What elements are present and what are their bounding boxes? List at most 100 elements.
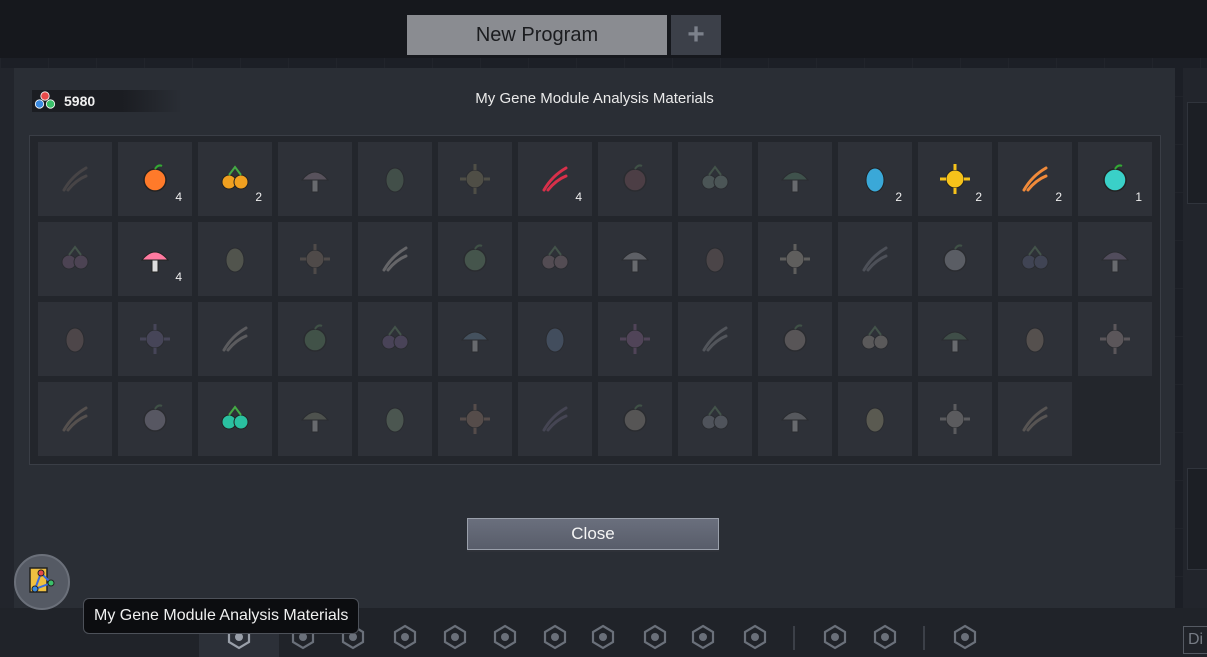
material-count: 1 <box>1135 190 1142 204</box>
material-slot[interactable]: 2 <box>838 142 912 216</box>
material-slot[interactable] <box>518 382 592 456</box>
shield-wings-icon[interactable] <box>390 622 420 652</box>
material-slot[interactable] <box>758 222 832 296</box>
tab-new-program[interactable]: New Program <box>407 15 667 55</box>
nav-divider <box>793 626 795 650</box>
material-slot[interactable] <box>678 302 752 376</box>
berries-icon <box>218 162 252 196</box>
material-slot[interactable] <box>278 302 352 376</box>
material-slot[interactable] <box>278 142 352 216</box>
material-slot[interactable] <box>118 382 192 456</box>
materials-grid: 4 2 4 2 2 2 1 4 <box>29 135 1161 465</box>
material-slot[interactable] <box>758 382 832 456</box>
material-slot[interactable] <box>678 382 752 456</box>
material-slot[interactable] <box>598 142 672 216</box>
puzzle-icon[interactable] <box>688 622 718 652</box>
material-slot[interactable] <box>38 382 112 456</box>
paw-icon[interactable] <box>640 622 670 652</box>
dragon-icon[interactable] <box>588 622 618 652</box>
gene-map-button[interactable] <box>14 554 70 610</box>
material-slot[interactable] <box>598 222 672 296</box>
tally-icon[interactable] <box>950 622 980 652</box>
twig-icon <box>378 402 412 436</box>
material-slot[interactable] <box>998 382 1072 456</box>
material-slot[interactable]: 4 <box>118 142 192 216</box>
add-tab-button[interactable]: + <box>671 15 721 55</box>
material-slot[interactable] <box>838 382 912 456</box>
material-slot[interactable] <box>518 302 592 376</box>
material-slot[interactable] <box>358 302 432 376</box>
material-slot[interactable] <box>198 222 272 296</box>
material-slot[interactable] <box>518 222 592 296</box>
material-slot[interactable]: 2 <box>998 142 1072 216</box>
swords-icon[interactable] <box>540 622 570 652</box>
material-slot[interactable] <box>278 222 352 296</box>
material-slot[interactable] <box>38 222 112 296</box>
material-slot[interactable] <box>358 222 432 296</box>
material-slot[interactable]: 4 <box>118 222 192 296</box>
moss-clump-icon <box>298 402 332 436</box>
nav-overflow-label[interactable]: Di <box>1183 626 1207 654</box>
material-slot[interactable] <box>358 142 432 216</box>
tentacle-icon <box>538 162 572 196</box>
material-slot[interactable] <box>918 302 992 376</box>
spiky-ball-icon <box>618 162 652 196</box>
totem-icon <box>1018 322 1052 356</box>
hex-gem-alt-icon[interactable] <box>870 622 900 652</box>
group-icon[interactable] <box>740 622 770 652</box>
material-slot[interactable] <box>38 302 112 376</box>
material-count: 2 <box>255 190 262 204</box>
material-slot[interactable] <box>438 302 512 376</box>
flat-stone-icon <box>58 402 92 436</box>
material-slot[interactable] <box>678 222 752 296</box>
leaf-pod-icon <box>778 162 812 196</box>
material-slot[interactable] <box>438 142 512 216</box>
material-slot[interactable] <box>278 382 352 456</box>
material-slot[interactable] <box>198 382 272 456</box>
material-slot[interactable] <box>358 382 432 456</box>
right-panel-edge <box>1183 68 1207 608</box>
material-count: 4 <box>175 270 182 284</box>
material-slot[interactable]: 1 <box>1078 142 1152 216</box>
material-slot[interactable] <box>838 302 912 376</box>
swirl-icon <box>698 162 732 196</box>
green-bulb-icon <box>938 322 972 356</box>
cog-stone-icon <box>698 402 732 436</box>
mask-icon[interactable] <box>490 622 520 652</box>
material-slot[interactable] <box>38 142 112 216</box>
material-slot[interactable] <box>438 222 512 296</box>
material-slot[interactable] <box>598 382 672 456</box>
hex-gem-icon[interactable] <box>820 622 850 652</box>
material-slot[interactable]: 4 <box>518 142 592 216</box>
material-slot[interactable] <box>838 222 912 296</box>
material-slot[interactable] <box>1078 222 1152 296</box>
cloud-stone-icon <box>538 402 572 436</box>
material-slot[interactable] <box>198 302 272 376</box>
right-panel-segment <box>1187 468 1207 570</box>
material-slot[interactable] <box>438 382 512 456</box>
material-slot[interactable]: 2 <box>918 142 992 216</box>
material-slot[interactable]: 2 <box>198 142 272 216</box>
pink-orb-icon <box>138 242 172 276</box>
stone-chip-icon <box>778 322 812 356</box>
material-slot[interactable] <box>758 142 832 216</box>
gold-ore-icon <box>858 402 892 436</box>
material-slot[interactable] <box>118 302 192 376</box>
material-slot[interactable] <box>918 222 992 296</box>
material-slot[interactable] <box>758 302 832 376</box>
material-slot[interactable] <box>1078 302 1152 376</box>
flower-icon <box>58 242 92 276</box>
close-button[interactable]: Close <box>467 518 719 550</box>
material-slot[interactable] <box>598 302 672 376</box>
material-count: 2 <box>1055 190 1062 204</box>
material-slot[interactable] <box>998 222 1072 296</box>
material-slot[interactable] <box>998 302 1072 376</box>
skull-icon <box>618 242 652 276</box>
blue-feather-icon <box>538 322 572 356</box>
crosshair-icon[interactable] <box>440 622 470 652</box>
material-slot[interactable] <box>918 382 992 456</box>
pale-ore-icon <box>938 402 972 436</box>
fruit-icon <box>138 162 172 196</box>
material-slot[interactable] <box>678 142 752 216</box>
seed-pod-icon <box>1018 162 1052 196</box>
